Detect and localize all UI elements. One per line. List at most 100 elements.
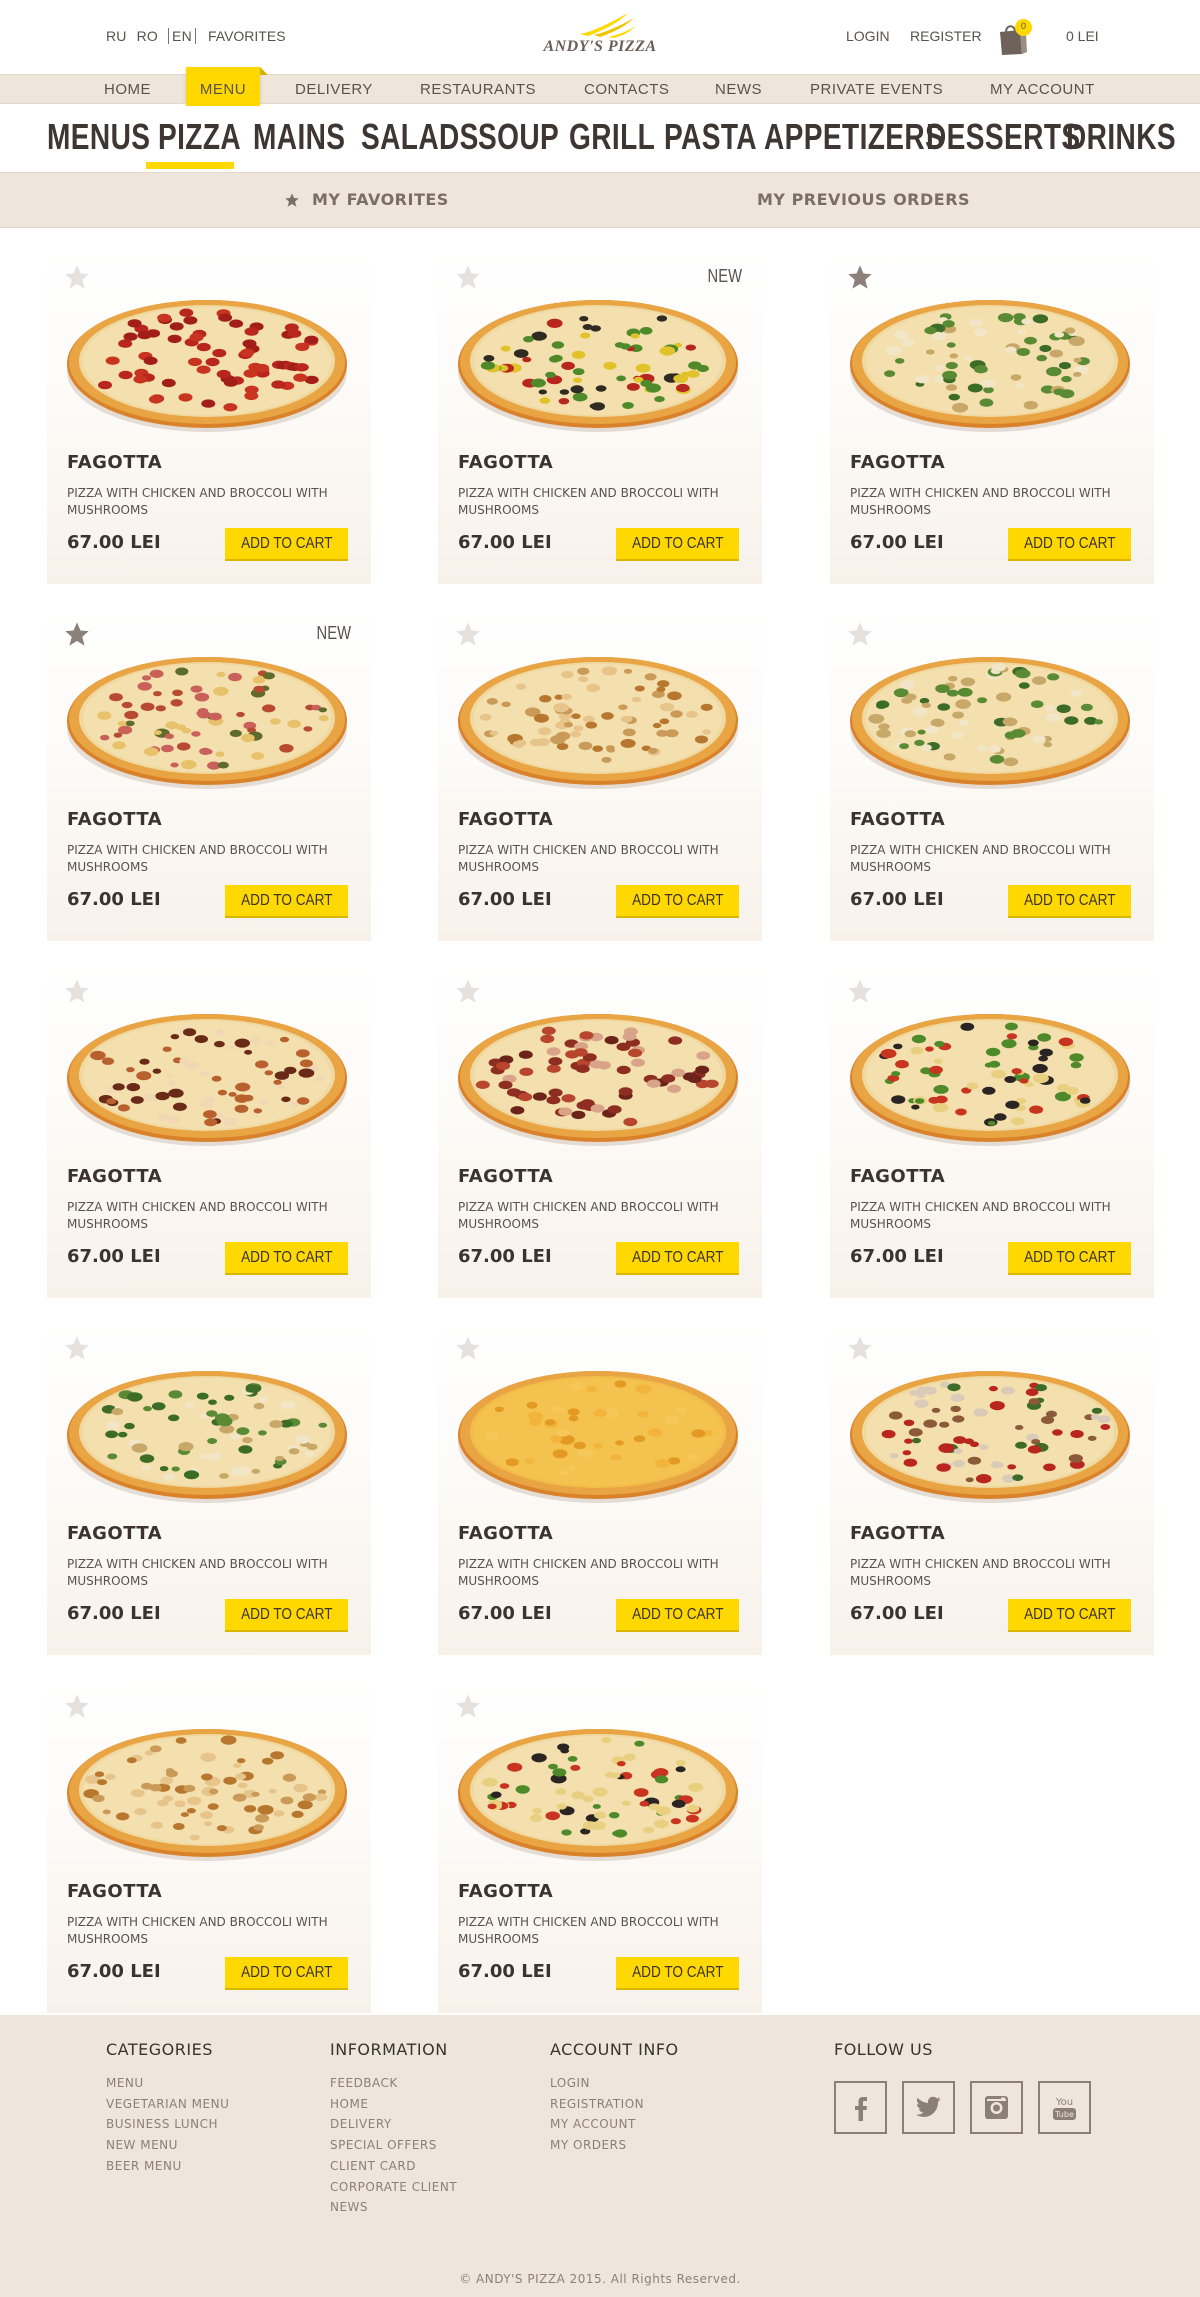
pizza-image[interactable] [848, 1359, 1132, 1509]
product-card[interactable]: FAGOTTA PIZZA WITH CHICKEN AND BROCCOLI … [438, 605, 762, 941]
favorite-star-icon[interactable] [63, 977, 91, 1005]
login-link[interactable]: LOGIN [846, 28, 890, 44]
category-appetizers[interactable]: APPETIZERS [764, 116, 944, 158]
product-name[interactable]: FAGOTTA [850, 1166, 945, 1187]
category-grill[interactable]: GRILL [569, 116, 655, 158]
category-desserts[interactable]: DESSERTS [926, 116, 1080, 158]
register-link[interactable]: REGISTER [910, 28, 982, 44]
footer-link[interactable]: MENU [106, 2073, 229, 2094]
logo[interactable]: ANDY'S PIZZA [536, 10, 664, 58]
favorite-star-icon[interactable] [63, 1334, 91, 1362]
product-card[interactable]: FAGOTTA PIZZA WITH CHICKEN AND BROCCOLI … [47, 962, 371, 1298]
product-name[interactable]: FAGOTTA [458, 1166, 553, 1187]
lang-en[interactable]: EN [168, 28, 196, 44]
pizza-image[interactable] [456, 1002, 740, 1152]
favorite-star-icon[interactable] [63, 263, 91, 291]
nav-home[interactable]: HOME [104, 81, 151, 98]
add-to-cart-button[interactable]: ADD TO CART [225, 885, 348, 918]
nav-my-account[interactable]: MY ACCOUNT [990, 81, 1095, 98]
favorite-star-icon[interactable] [846, 620, 874, 648]
footer-link[interactable]: FEEDBACK [330, 2073, 457, 2094]
product-card[interactable]: FAGOTTA PIZZA WITH CHICKEN AND BROCCOLI … [830, 248, 1154, 584]
twitter-icon[interactable] [902, 2081, 955, 2134]
add-to-cart-button[interactable]: ADD TO CART [1008, 1599, 1131, 1632]
footer-link[interactable]: CORPORATE CLIENT [330, 2177, 457, 2198]
add-to-cart-button[interactable]: ADD TO CART [225, 1242, 348, 1275]
footer-link[interactable]: CLIENT CARD [330, 2156, 457, 2177]
my-previous-orders-link[interactable]: MY PREVIOUS ORDERS [757, 190, 970, 209]
add-to-cart-button[interactable]: ADD TO CART [225, 1957, 348, 1990]
product-card[interactable]: FAGOTTA PIZZA WITH CHICKEN AND BROCCOLI … [438, 962, 762, 1298]
favorites-link[interactable]: FAVORITES [208, 28, 286, 44]
favorite-star-icon[interactable] [454, 263, 482, 291]
product-name[interactable]: FAGOTTA [458, 1881, 553, 1902]
favorite-star-icon[interactable] [454, 620, 482, 648]
pizza-image[interactable] [848, 645, 1132, 795]
product-card[interactable]: FAGOTTA PIZZA WITH CHICKEN AND BROCCOLI … [830, 1319, 1154, 1655]
favorite-star-icon[interactable] [454, 1692, 482, 1720]
favorite-star-icon[interactable] [454, 1334, 482, 1362]
pizza-image[interactable] [456, 1359, 740, 1509]
product-card[interactable]: FAGOTTA PIZZA WITH CHICKEN AND BROCCOLI … [438, 1677, 762, 2013]
favorite-star-icon[interactable] [846, 263, 874, 291]
nav-contacts[interactable]: CONTACTS [584, 81, 669, 98]
footer-link[interactable]: BEER MENU [106, 2156, 229, 2177]
category-drinks[interactable]: DRINKS [1066, 116, 1176, 158]
footer-link[interactable]: HOME [330, 2094, 457, 2115]
product-card[interactable]: FAGOTTA PIZZA WITH CHICKEN AND BROCCOLI … [438, 1319, 762, 1655]
lang-ro[interactable]: RO [137, 28, 158, 44]
product-name[interactable]: FAGOTTA [458, 809, 553, 830]
nav-menu[interactable]: MENU [186, 81, 260, 98]
product-card[interactable]: FAGOTTA PIZZA WITH CHICKEN AND BROCCOLI … [830, 962, 1154, 1298]
add-to-cart-button[interactable]: ADD TO CART [616, 1242, 739, 1275]
footer-link[interactable]: NEWS [330, 2197, 457, 2218]
favorite-star-icon[interactable] [846, 977, 874, 1005]
pizza-image[interactable] [456, 1717, 740, 1867]
category-menus[interactable]: MENUS [47, 116, 150, 158]
product-card[interactable]: FAGOTTA PIZZA WITH CHICKEN AND BROCCOLI … [47, 1677, 371, 2013]
add-to-cart-button[interactable]: ADD TO CART [1008, 885, 1131, 918]
product-name[interactable]: FAGOTTA [67, 1166, 162, 1187]
youtube-icon[interactable]: You Tube [1038, 2081, 1091, 2134]
product-name[interactable]: FAGOTTA [850, 1523, 945, 1544]
footer-link[interactable]: NEW MENU [106, 2135, 229, 2156]
add-to-cart-button[interactable]: ADD TO CART [1008, 1242, 1131, 1275]
pizza-image[interactable] [456, 645, 740, 795]
nav-private-events[interactable]: PRIVATE EVENTS [810, 81, 943, 98]
footer-link[interactable]: DELIVERY [330, 2114, 457, 2135]
category-salads[interactable]: SALADS [361, 116, 479, 158]
category-pizza[interactable]: PIZZA [158, 116, 241, 158]
favorite-star-icon[interactable] [454, 977, 482, 1005]
category-soup[interactable]: SOUP [478, 116, 559, 158]
footer-link[interactable]: REGISTRATION [550, 2094, 679, 2115]
facebook-icon[interactable] [834, 2081, 887, 2134]
add-to-cart-button[interactable]: ADD TO CART [616, 1599, 739, 1632]
favorite-star-icon[interactable] [63, 1692, 91, 1720]
product-name[interactable]: FAGOTTA [67, 1881, 162, 1902]
add-to-cart-button[interactable]: ADD TO CART [225, 528, 348, 561]
pizza-image[interactable] [65, 1717, 349, 1867]
footer-link[interactable]: MY ORDERS [550, 2135, 679, 2156]
nav-delivery[interactable]: DELIVERY [295, 81, 373, 98]
product-card[interactable]: FAGOTTA PIZZA WITH CHICKEN AND BROCCOLI … [47, 1319, 371, 1655]
my-favorites-link[interactable]: MY FAVORITES [284, 190, 449, 209]
product-name[interactable]: FAGOTTA [67, 452, 162, 473]
nav-restaurants[interactable]: RESTAURANTS [420, 81, 536, 98]
footer-link[interactable]: VEGETARIAN MENU [106, 2094, 229, 2115]
product-name[interactable]: FAGOTTA [850, 452, 945, 473]
product-name[interactable]: FAGOTTA [850, 809, 945, 830]
favorite-star-icon[interactable] [846, 1334, 874, 1362]
lang-ru[interactable]: RU [106, 28, 127, 44]
add-to-cart-button[interactable]: ADD TO CART [1008, 528, 1131, 561]
footer-link[interactable]: SPECIAL OFFERS [330, 2135, 457, 2156]
product-name[interactable]: FAGOTTA [67, 1523, 162, 1544]
pizza-image[interactable] [65, 288, 349, 438]
nav-news[interactable]: NEWS [715, 81, 762, 98]
add-to-cart-button[interactable]: ADD TO CART [225, 1599, 348, 1632]
add-to-cart-button[interactable]: ADD TO CART [616, 1957, 739, 1990]
instagram-icon[interactable] [970, 2081, 1023, 2134]
product-card[interactable]: FAGOTTA PIZZA WITH CHICKEN AND BROCCOLI … [47, 248, 371, 584]
favorite-star-icon[interactable] [63, 620, 91, 648]
footer-link[interactable]: BUSINESS LUNCH [106, 2114, 229, 2135]
product-name[interactable]: FAGOTTA [67, 809, 162, 830]
